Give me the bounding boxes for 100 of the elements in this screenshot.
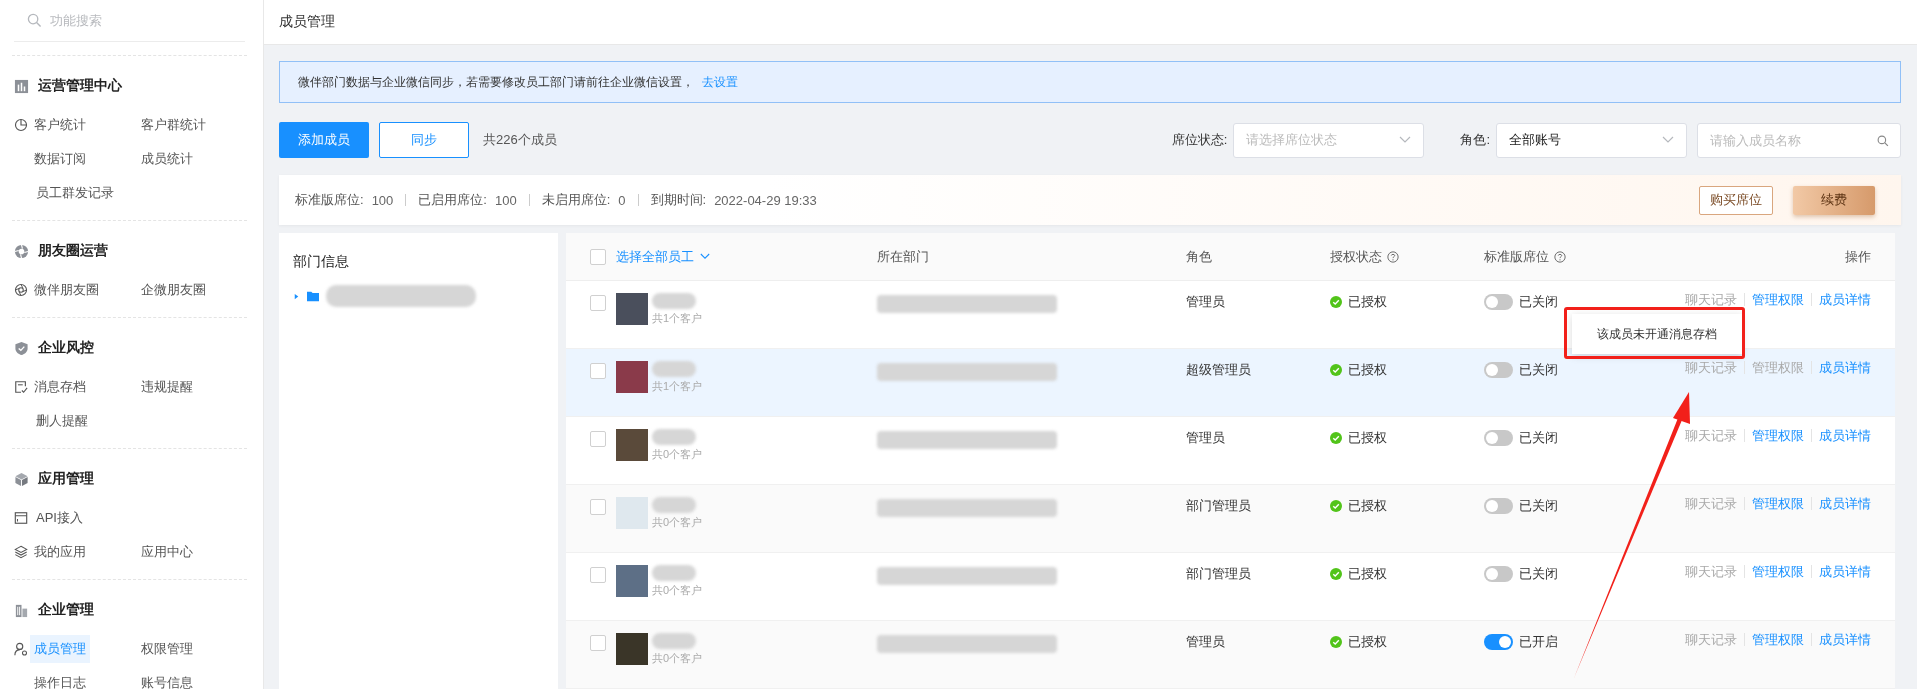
toggle-switch[interactable] (1484, 362, 1513, 378)
seat-value: 100 (371, 192, 394, 208)
sidebar-item[interactable]: 违规提醒 (136, 373, 197, 401)
sidebar-item[interactable]: 账号信息 (136, 669, 197, 689)
caret-icon[interactable] (293, 292, 300, 300)
sidebar-item[interactable]: 企微朋友圈 (136, 276, 210, 304)
action-link[interactable]: 管理权限 (1744, 565, 1811, 578)
check-circle-icon (1330, 432, 1342, 444)
chevron-down-icon (1662, 136, 1674, 144)
sidebar-item[interactable]: 我的应用 (30, 538, 90, 566)
blurred-member-name (652, 633, 696, 649)
section-title: 运营管理中心 (38, 77, 122, 95)
auth-status: 已授权 (1348, 429, 1387, 447)
building-icon (14, 602, 29, 618)
bar-chart-icon (14, 78, 29, 94)
sidebar-item[interactable]: 权限管理 (136, 635, 197, 663)
filter-label: 角色: (1460, 131, 1490, 149)
member-search-field[interactable]: 请输入成员名称 (1697, 122, 1901, 158)
blurred-member-name (652, 429, 696, 445)
member-count: 共226个成员 (483, 131, 557, 149)
add-member-button[interactable]: 添加成员 (279, 122, 369, 158)
chevron-down-icon (700, 253, 710, 260)
toggle-switch[interactable] (1484, 566, 1513, 582)
role-cell-text: 管理员 (1186, 293, 1226, 311)
sync-button[interactable]: 同步 (379, 122, 469, 158)
seat-label: 标准版席位: (295, 191, 364, 209)
help-icon (1387, 250, 1399, 263)
sidebar-item[interactable]: 成员统计 (136, 145, 197, 173)
chevron-down-icon (1399, 136, 1412, 144)
seat-value: 100 (494, 192, 517, 208)
role-cell-text: 部门管理员 (1186, 565, 1252, 583)
section-title: 企业风控 (38, 339, 94, 357)
pie-chart-icon (14, 118, 28, 132)
layers-icon (14, 545, 28, 559)
role-cell-text: 管理员 (1186, 429, 1226, 447)
sidebar-item[interactable]: 员工群发记录 (32, 179, 118, 207)
blurred-member-name (652, 497, 696, 513)
photo-placeholder (616, 361, 648, 393)
sidebar-item[interactable]: 消息存档 (30, 373, 90, 401)
check-circle-icon (1330, 296, 1342, 308)
check-circle-icon (1330, 636, 1342, 648)
toggle-switch[interactable] (1484, 498, 1513, 514)
column-header: 授权状态 (1330, 247, 1382, 266)
page-title: 成员管理 (279, 13, 335, 31)
sidebar-item[interactable]: 数据订阅 (30, 145, 90, 173)
renew-button[interactable]: 续费 (1793, 185, 1875, 215)
toggle-switch[interactable] (1484, 634, 1513, 650)
column-header: 操作 (1845, 247, 1871, 266)
action-link[interactable]: 管理权限 (1744, 429, 1811, 442)
select-all-dropdown[interactable]: 选择全部员工 (616, 247, 710, 266)
auth-status: 已授权 (1348, 633, 1387, 651)
customer-count: 共0个客户 (652, 515, 703, 530)
note-edit-icon (14, 380, 28, 394)
sidebar-item[interactable]: 应用中心 (136, 538, 197, 566)
seat-status: 已关闭 (1519, 497, 1558, 515)
sidebar-item[interactable]: 微伴朋友圈 (30, 276, 103, 304)
auth-status: 已授权 (1348, 293, 1387, 311)
section-title: 应用管理 (38, 470, 94, 488)
auth-status: 已授权 (1348, 497, 1387, 515)
seat-status: 已关闭 (1519, 293, 1558, 311)
action-link[interactable]: 管理权限 (1744, 497, 1811, 510)
seat-status: 已关闭 (1519, 429, 1558, 447)
check-circle-icon (1330, 568, 1342, 580)
action-link[interactable]: 成员详情 (1811, 429, 1871, 442)
sidebar-item[interactable]: 操作日志 (30, 669, 90, 689)
action-link[interactable]: 成员详情 (1811, 293, 1871, 306)
sidebar-item[interactable]: API接入 (32, 504, 87, 532)
sidebar-item[interactable]: 客户群统计 (136, 111, 210, 139)
action-link[interactable]: 成员详情 (1811, 565, 1871, 578)
sidebar-item[interactable]: 删人提醒 (32, 407, 92, 435)
seat-status: 已开启 (1519, 633, 1558, 651)
sidebar-item[interactable]: 客户统计 (30, 111, 90, 139)
action-link[interactable]: 管理权限 (1744, 293, 1811, 306)
notice-text: 微伴部门数据与企业微信同步，若需要修改员工部门请前往企业微信设置， (298, 73, 694, 91)
window-icon (14, 511, 28, 525)
search-icon (27, 13, 42, 28)
buy-seats-button[interactable]: 购买席位 (1699, 185, 1773, 215)
auth-status: 已授权 (1348, 361, 1387, 379)
role-cell-text: 部门管理员 (1186, 497, 1252, 515)
filter-select[interactable]: 全部账号 (1496, 122, 1687, 158)
aperture-icon (14, 283, 28, 297)
toggle-switch[interactable] (1484, 294, 1513, 310)
auth-status: 已授权 (1348, 565, 1387, 583)
photo-placeholder (616, 429, 648, 461)
role-cell-text: 管理员 (1186, 633, 1226, 651)
search-field[interactable]: 功能搜索 (14, 0, 245, 42)
action-link[interactable]: 成员详情 (1811, 497, 1871, 510)
check-circle-icon (1330, 364, 1342, 376)
toggle-switch[interactable] (1484, 430, 1513, 446)
seat-label: 已启用席位: (418, 191, 487, 209)
blurred-member-name (652, 293, 696, 309)
column-header: 所在部门 (877, 247, 929, 266)
action-link[interactable]: 管理权限 (1744, 633, 1811, 646)
blurred-member-name (652, 565, 696, 581)
photo-placeholder (616, 497, 648, 529)
customer-count: 共1个客户 (652, 379, 703, 394)
customer-count: 共0个客户 (652, 583, 703, 598)
action-link[interactable]: 成员详情 (1811, 633, 1871, 646)
seat-label: 到期时间: (650, 191, 707, 209)
blurred-member-name (652, 361, 696, 377)
